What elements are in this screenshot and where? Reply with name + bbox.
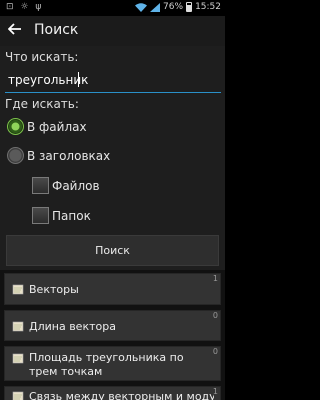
document-icon (12, 321, 24, 332)
document-icon (12, 391, 24, 400)
list-item-label: Связь между векторным и модулем (29, 390, 214, 400)
radio-in-files[interactable] (7, 118, 24, 135)
radio-in-headers-label: В заголовках (27, 149, 111, 163)
text-cursor (78, 72, 79, 87)
list-item[interactable]: Векторы 1 (4, 273, 221, 305)
page-title: Поиск (34, 22, 79, 38)
checkbox-folders-label: Папок (52, 209, 91, 223)
back-arrow-icon (7, 23, 21, 35)
list-item[interactable]: Длина вектора 0 (4, 310, 221, 341)
notification-icons: ⊡ ☼ ψ (6, 2, 44, 12)
document-icon (12, 353, 24, 364)
checkbox-files-label: Файлов (52, 179, 100, 193)
list-item-label: Длина вектора (29, 320, 116, 333)
where-label: Где искать: (5, 97, 79, 111)
search-form: Что искать: треугольник Где искать: В фа… (0, 46, 225, 270)
search-input-value: треугольник (8, 73, 89, 87)
status-bar: ⊡ ☼ ψ 76% 15:52 (0, 0, 225, 16)
list-item-count: 0 (212, 347, 218, 356)
battery-percent: 76% (163, 2, 184, 12)
radio-in-files-label: В файлах (27, 120, 87, 134)
list-item-count: 0 (212, 311, 218, 320)
clock: 15:52 (195, 2, 221, 12)
signal-icon (150, 2, 161, 12)
checkbox-files[interactable] (32, 177, 49, 194)
document-icon (12, 284, 24, 295)
results-list: Векторы 1 Длина вектора 0 Площадь треуго… (0, 270, 225, 400)
back-arrow-icon[interactable] (7, 22, 24, 38)
list-item[interactable]: Площадь треугольника по трем точкам 0 (4, 346, 221, 381)
battery-icon (186, 2, 193, 12)
list-item[interactable]: Связь между векторным и модулем 1 (4, 386, 221, 400)
list-item-label: Векторы (29, 283, 79, 296)
search-button[interactable]: Поиск (6, 235, 219, 266)
radio-in-headers[interactable] (7, 147, 24, 164)
action-bar: Поиск (0, 16, 225, 46)
checkbox-folders[interactable] (32, 207, 49, 224)
list-item-count: 1 (212, 274, 218, 283)
list-item-label: Площадь треугольника по трем точкам (29, 351, 184, 378)
search-input[interactable]: треугольник (5, 68, 221, 93)
what-label: Что искать: (5, 50, 79, 64)
wifi-icon (135, 2, 148, 12)
list-item-count: 1 (212, 387, 218, 396)
